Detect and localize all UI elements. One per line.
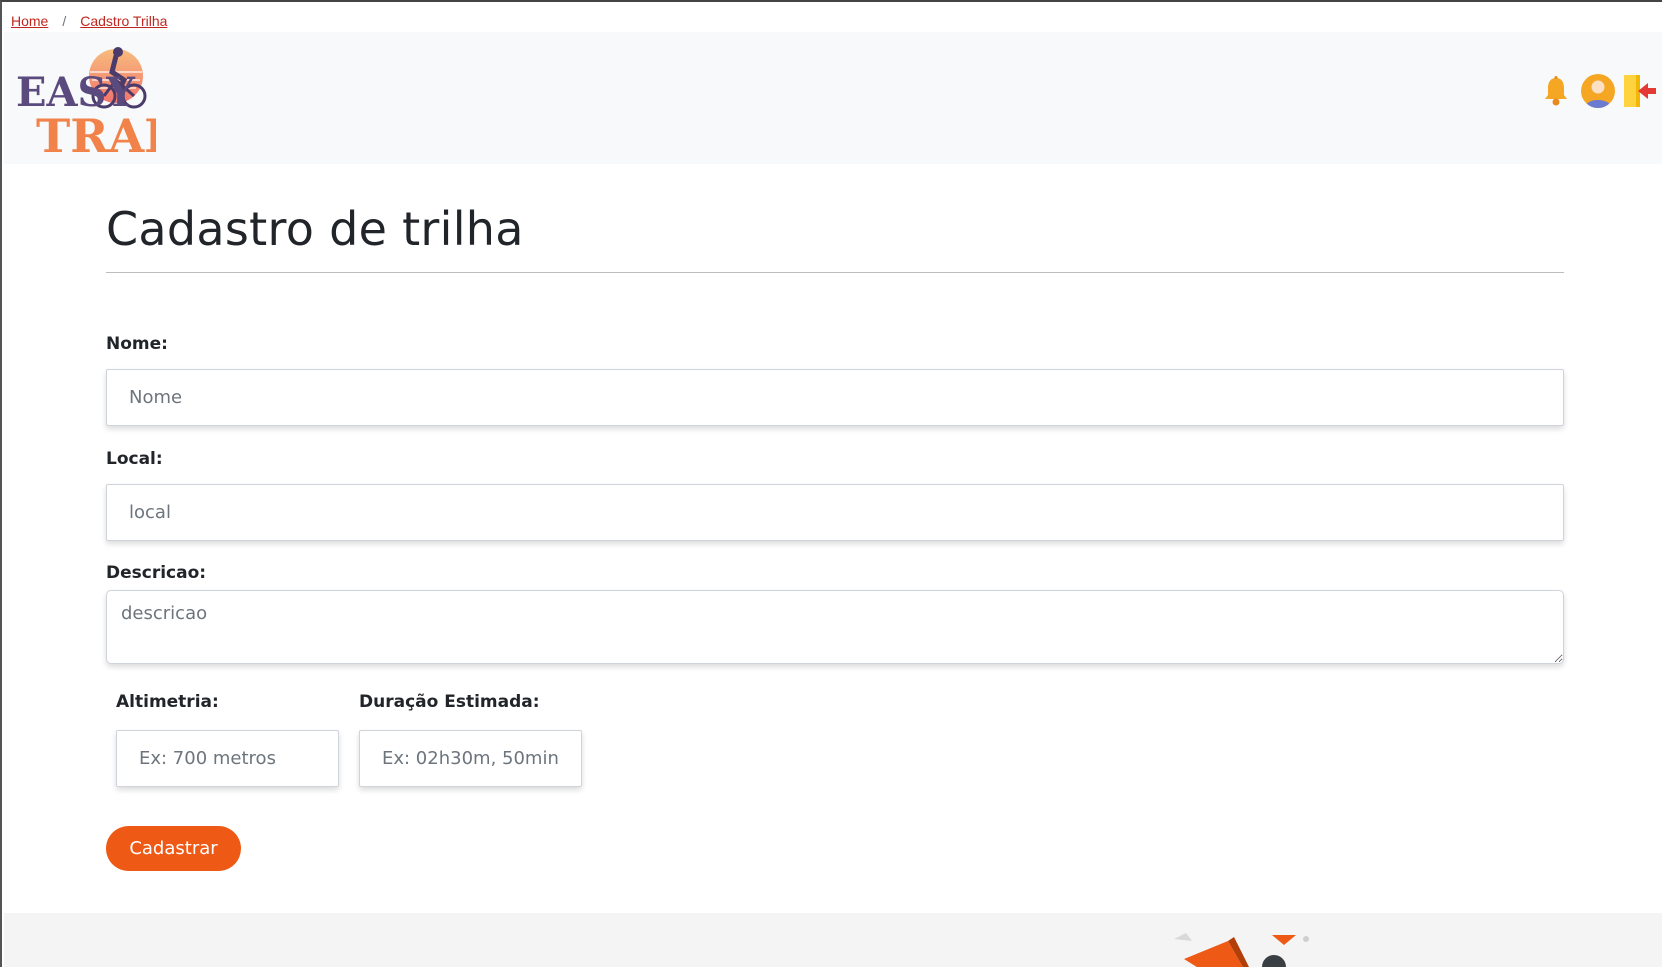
profile-button[interactable] [1580, 71, 1616, 111]
cadastrar-button[interactable]: Cadastrar [106, 826, 241, 871]
bell-icon [1545, 76, 1567, 106]
breadcrumb: Home / Cadstro Trilha [11, 11, 167, 31]
footer-illustration [1174, 933, 1309, 967]
breadcrumb-home-link[interactable]: Home [11, 13, 48, 29]
title-divider [106, 272, 1564, 273]
logout-button[interactable] [1622, 71, 1658, 111]
browser-frame: Home / Cadstro Trilha EASY TRA Cadastro … [0, 0, 1662, 967]
logo-text-trail: TRAIL [36, 109, 156, 154]
user-avatar-icon [1581, 74, 1615, 108]
easy-trail-logo[interactable]: EASY TRAIL [16, 42, 156, 154]
local-input[interactable] [106, 484, 1564, 541]
duracao-label: Duração Estimada: [359, 692, 540, 712]
descricao-textarea[interactable] [106, 590, 1564, 664]
header: EASY TRAIL [4, 32, 1662, 164]
notifications-button[interactable] [1538, 71, 1574, 111]
altimetria-input[interactable] [116, 730, 339, 787]
descricao-label: Descricao: [106, 563, 207, 583]
header-actions [1538, 70, 1658, 112]
altimetria-label: Altimetria: [116, 692, 219, 712]
logout-icon [1624, 75, 1656, 107]
footer [4, 913, 1662, 967]
breadcrumb-current-link[interactable]: Cadstro Trilha [80, 13, 167, 29]
page-title: Cadastro de trilha [106, 202, 524, 256]
local-label: Local: [106, 449, 163, 469]
nome-label: Nome: [106, 334, 168, 354]
nome-input[interactable] [106, 369, 1564, 426]
duracao-input[interactable] [359, 730, 582, 787]
breadcrumb-separator: / [62, 13, 67, 29]
